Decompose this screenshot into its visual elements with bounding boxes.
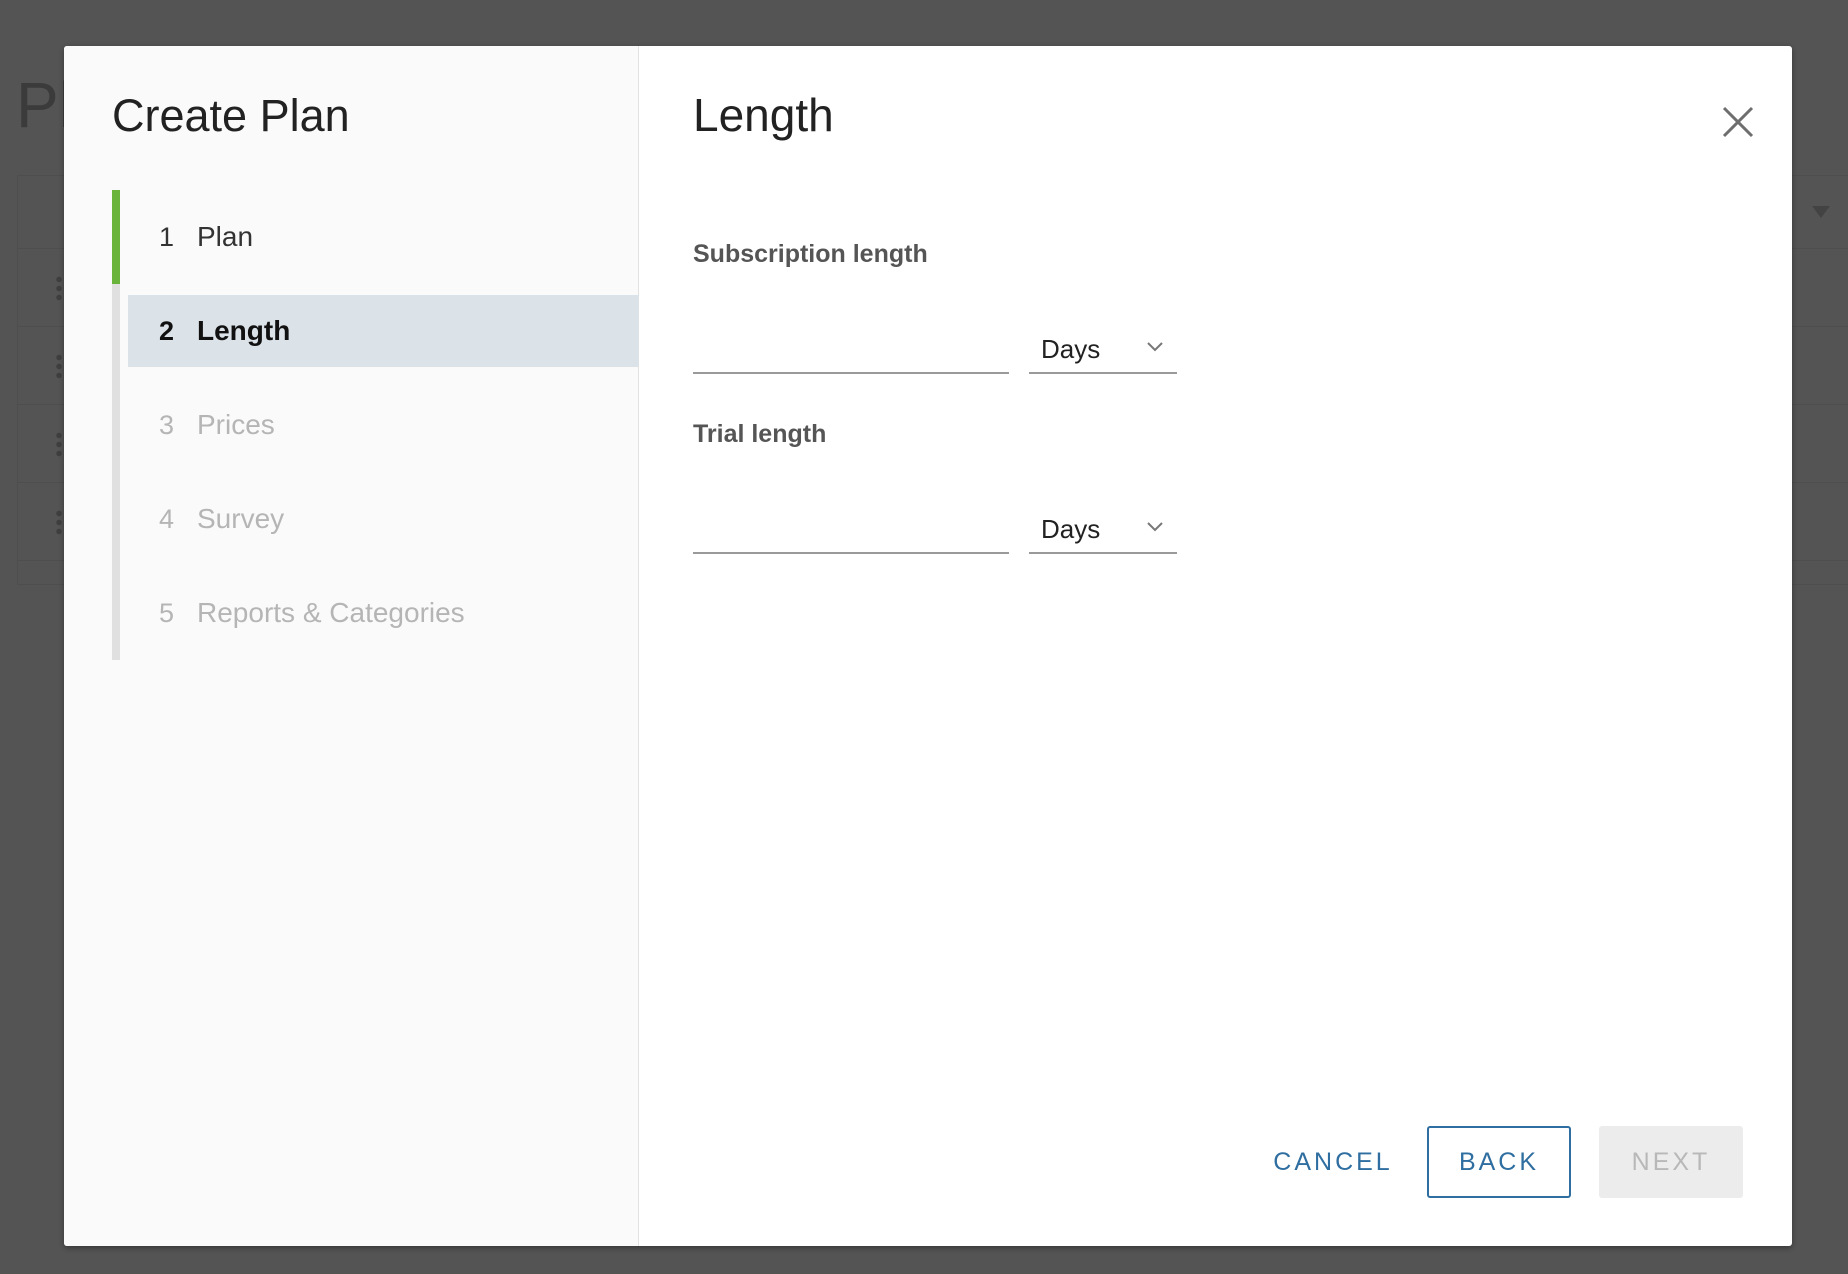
step-length[interactable]: 2 Length	[112, 284, 639, 378]
step-number: 4	[159, 503, 175, 534]
wizard-content: Length Subscription length Days Trial le…	[639, 46, 1792, 1246]
wizard-step-nav: Create Plan 1 Plan 2 Length 3 Prices 4 S…	[64, 46, 639, 1246]
step-reports-categories[interactable]: 5 Reports & Categories	[112, 566, 639, 660]
chevron-down-icon	[1147, 342, 1163, 352]
back-button[interactable]: BACK	[1427, 1126, 1571, 1198]
step-label: Length	[197, 315, 291, 346]
next-button[interactable]: NEXT	[1599, 1126, 1743, 1198]
step-number: 5	[159, 597, 175, 628]
step-prices[interactable]: 3 Prices	[112, 378, 639, 472]
step-label: Prices	[197, 409, 275, 440]
subscription-length-input[interactable]	[693, 330, 1009, 374]
close-icon	[1722, 106, 1754, 138]
subscription-unit-value: Days	[1041, 334, 1101, 364]
step-label: Plan	[197, 221, 254, 252]
create-plan-wizard: Create Plan 1 Plan 2 Length 3 Prices 4 S…	[64, 46, 1792, 1246]
close-button[interactable]	[1718, 102, 1758, 142]
step-label: Survey	[197, 503, 285, 534]
step-number: 1	[159, 221, 175, 252]
trial-length-input[interactable]	[693, 510, 1009, 554]
wizard-title: Create Plan	[112, 90, 350, 141]
step-progress-bar	[112, 472, 120, 566]
trial-unit-value: Days	[1041, 514, 1101, 544]
trial-length-label: Trial length	[693, 420, 827, 448]
cancel-button[interactable]: CANCEL	[1243, 1126, 1423, 1198]
trial-unit-select[interactable]: Days	[1029, 506, 1177, 554]
subscription-unit-select[interactable]: Days	[1029, 326, 1177, 374]
step-number: 2	[159, 315, 175, 346]
step-progress-bar	[112, 284, 120, 378]
step-progress-bar	[112, 566, 120, 660]
subscription-length-label: Subscription length	[693, 240, 928, 268]
step-plan[interactable]: 1 Plan	[112, 190, 639, 284]
step-list: 1 Plan 2 Length 3 Prices 4 Survey 5 Repo…	[112, 190, 639, 660]
step-progress-bar	[112, 190, 120, 284]
step-label: Reports & Categories	[197, 597, 465, 628]
page-title: Length	[693, 89, 834, 141]
step-progress-bar	[112, 378, 120, 472]
step-survey[interactable]: 4 Survey	[112, 472, 639, 566]
chevron-down-icon	[1147, 522, 1163, 532]
step-number: 3	[159, 409, 175, 440]
